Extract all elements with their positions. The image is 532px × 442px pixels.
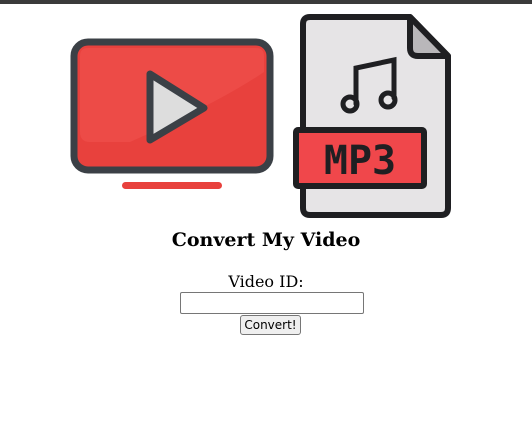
- mp3-badge-text: MP3: [324, 138, 396, 184]
- convert-button[interactable]: Convert!: [240, 315, 301, 335]
- video-id-input[interactable]: [180, 292, 364, 314]
- video-id-label: Video ID:: [228, 272, 304, 291]
- banner-image: MP3: [70, 14, 451, 218]
- page: MP3 Convert My Video Video ID: Convert!: [0, 4, 532, 442]
- mp3-file-icon: MP3: [293, 14, 451, 218]
- page-title: Convert My Video: [171, 229, 361, 251]
- video-player-icon: [70, 38, 274, 189]
